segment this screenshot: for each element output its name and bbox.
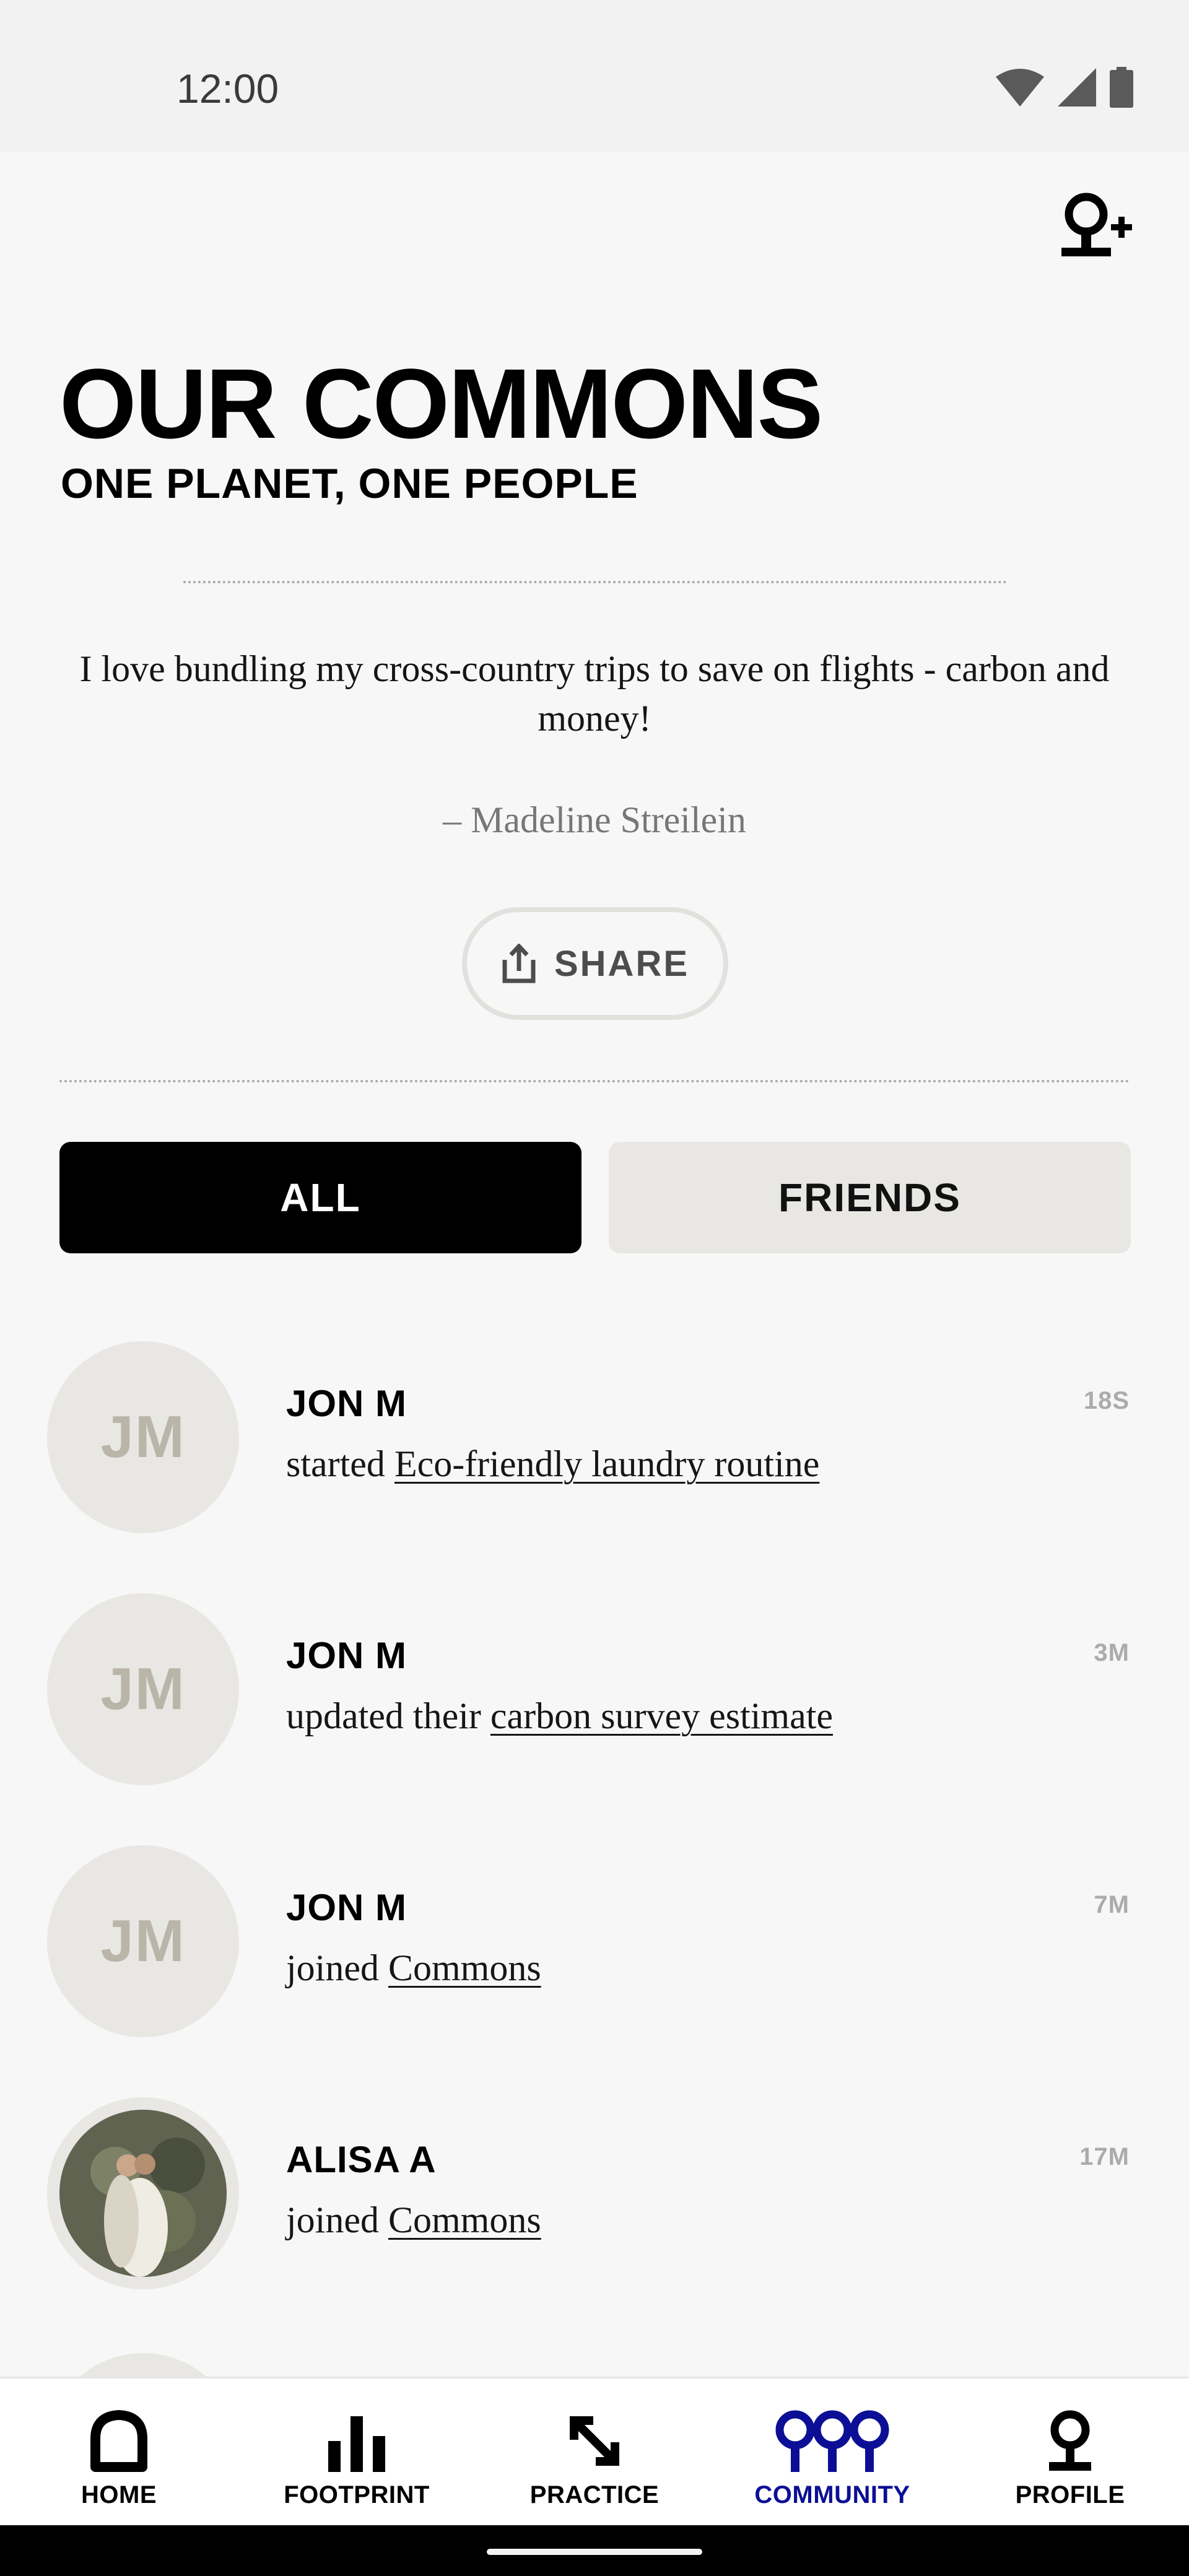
- activity-link[interactable]: Commons: [388, 2200, 541, 2240]
- bar-chart-icon: [328, 2416, 385, 2472]
- list-item[interactable]: JM JON M 7M joined Commons: [0, 1842, 1189, 2040]
- home-gesture-handle[interactable]: [487, 2549, 702, 2555]
- wifi-icon: [996, 69, 1044, 107]
- activity-action: updated their: [286, 1695, 481, 1736]
- page-title: OUR COMMONS: [59, 348, 823, 459]
- activity-text: joined Commons: [286, 2199, 541, 2242]
- timestamp: 18S: [1083, 1387, 1130, 1414]
- list-item[interactable]: JM JON M 18S started Eco-friendly laundr…: [0, 1338, 1189, 1536]
- nav-label: HOME: [81, 2481, 157, 2509]
- timestamp: 7M: [1094, 1891, 1130, 1918]
- share-icon: [502, 944, 536, 983]
- nav-home[interactable]: HOME: [0, 2378, 238, 2527]
- list-item[interactable]: ALISA A 17M joined Commons: [0, 2094, 1189, 2292]
- activity-action: started: [286, 1443, 385, 1484]
- divider: [59, 1080, 1130, 1082]
- battery-icon: [1110, 67, 1133, 108]
- nav-community[interactable]: COMMUNITY: [713, 2378, 951, 2527]
- status-icons: [996, 67, 1133, 108]
- add-person-icon: [1061, 193, 1132, 256]
- nav-label: COMMUNITY: [754, 2481, 910, 2509]
- nav-footprint[interactable]: FOOTPRINT: [238, 2378, 476, 2527]
- nav-profile[interactable]: PROFILE: [951, 2378, 1189, 2527]
- nav-label: PROFILE: [1015, 2481, 1125, 2509]
- user-name: ALISA A: [286, 2139, 437, 2180]
- activity-action: joined: [286, 1947, 379, 1988]
- activity-link[interactable]: Eco-friendly laundry routine: [394, 1443, 819, 1484]
- user-name: JON M: [286, 1635, 407, 1676]
- activity-action: joined: [286, 2200, 379, 2240]
- community-icon: [775, 2410, 889, 2472]
- list-item[interactable]: JM JON M 3M updated their carbon survey …: [0, 1590, 1189, 1788]
- page-subtitle: ONE PLANET, ONE PEOPLE: [61, 460, 638, 507]
- person-icon: [1049, 2410, 1091, 2471]
- timestamp: 17M: [1079, 2143, 1130, 2170]
- avatar[interactable]: JM: [47, 1341, 239, 1533]
- arrows-diagonal-icon: [570, 2416, 619, 2466]
- activity-link[interactable]: Commons: [388, 1947, 541, 1988]
- quote-text: I love bundling my cross-country trips t…: [79, 648, 1110, 739]
- avatar-photo: [47, 2097, 239, 2289]
- gesture-bar: [0, 2525, 1189, 2576]
- avatar[interactable]: JM: [47, 1845, 239, 2037]
- add-friend-button[interactable]: [1053, 186, 1139, 266]
- bottom-nav: HOME FOOTPRINT PRACTICE COMMUNITY PROFIL…: [0, 2377, 1189, 2525]
- tab-friends[interactable]: FRIENDS: [609, 1142, 1131, 1253]
- timestamp: 3M: [1094, 1639, 1130, 1666]
- home-icon: [90, 2410, 147, 2472]
- activity-text: updated their carbon survey estimate: [286, 1695, 833, 1738]
- tab-all[interactable]: ALL: [59, 1142, 581, 1253]
- nav-practice[interactable]: PRACTICE: [476, 2378, 713, 2527]
- share-button[interactable]: SHARE: [462, 907, 728, 1020]
- feed-tabs: ALL FRIENDS: [59, 1142, 1131, 1253]
- divider: [183, 581, 1007, 583]
- activity-text: joined Commons: [286, 1947, 541, 1990]
- user-name: JON M: [286, 1383, 407, 1424]
- cell-signal-icon: [1058, 68, 1096, 107]
- user-name: JON M: [286, 1887, 407, 1928]
- nav-label: PRACTICE: [529, 2481, 660, 2509]
- quote-author: – Madeline Streilein: [443, 799, 746, 840]
- activity-text: started Eco-friendly laundry routine: [286, 1443, 819, 1486]
- avatar[interactable]: JM: [47, 1593, 239, 1785]
- nav-label: FOOTPRINT: [284, 2481, 430, 2509]
- avatar[interactable]: [47, 2097, 239, 2289]
- status-bar: 12:00: [0, 0, 1189, 152]
- share-label: SHARE: [554, 943, 690, 984]
- status-time: 12:00: [176, 66, 279, 111]
- activity-link[interactable]: carbon survey estimate: [490, 1695, 833, 1736]
